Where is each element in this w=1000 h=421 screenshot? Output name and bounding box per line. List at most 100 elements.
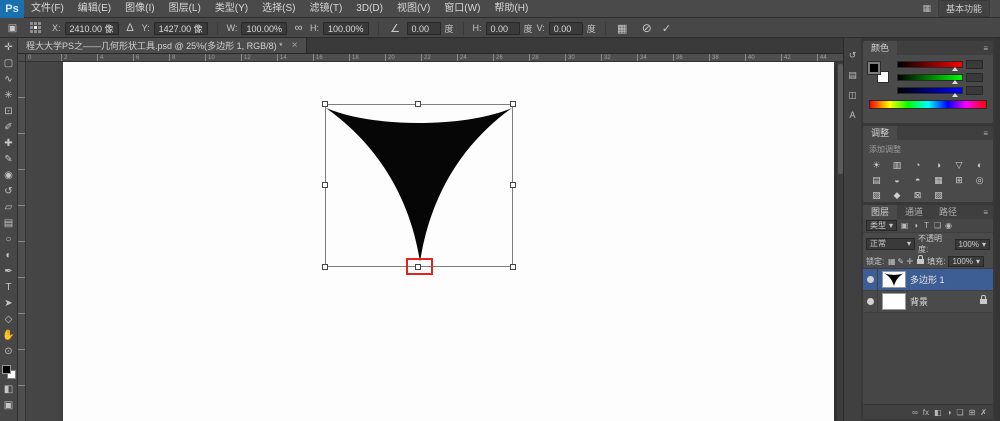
blend-mode-dropdown[interactable]: 正常 ▾ (866, 238, 915, 250)
quick-mask-icon[interactable]: ◧ (0, 382, 18, 398)
blur-tool[interactable]: ○ (0, 232, 18, 248)
layer-filter-dropdown[interactable]: 类型 ▾ (866, 220, 897, 231)
new-layer-icon[interactable]: ⊞ (969, 408, 976, 417)
panel-menu-icon[interactable]: ≡ (983, 129, 993, 138)
collapsed-history-icon[interactable]: ↺ (846, 48, 860, 62)
menu-item[interactable]: 编辑(E) (71, 0, 118, 18)
menu-item[interactable]: 类型(Y) (208, 0, 255, 18)
collapsed-properties-icon[interactable]: ▤ (846, 68, 860, 82)
healing-brush-tool[interactable]: ✚ (0, 136, 18, 152)
lock-all-icon[interactable] (917, 259, 924, 264)
layer-style-icon[interactable]: fx (923, 408, 929, 417)
color-lookup-icon[interactable]: ⊞ (950, 174, 969, 186)
layer-row-background[interactable]: 背景 (863, 291, 993, 313)
link-dimensions-icon[interactable]: ∞ (291, 22, 306, 34)
workspace-grid-icon[interactable]: ▦ (922, 3, 931, 14)
menu-item[interactable]: 窗口(W) (437, 0, 487, 18)
link-layers-icon[interactable]: ∞ (912, 408, 918, 417)
tab-paths[interactable]: 路径 (931, 205, 965, 219)
selective-color-icon[interactable]: ▨ (929, 189, 948, 201)
green-slider-knob[interactable] (952, 80, 958, 84)
filter-pixel-icon[interactable]: ▣ (899, 221, 910, 230)
vertical-ruler[interactable] (18, 62, 26, 421)
green-slider[interactable] (897, 74, 963, 81)
cancel-transform-icon[interactable]: ⊘ (642, 21, 652, 35)
width-input[interactable]: 100.00% (241, 22, 287, 35)
color-swatch-pair[interactable] (868, 62, 892, 86)
red-slider[interactable] (897, 61, 963, 68)
dodge-tool[interactable]: ◐ (0, 248, 18, 264)
lock-position-icon[interactable]: ✛ (905, 257, 914, 266)
green-value-field[interactable] (966, 73, 983, 82)
layer-thumbnail[interactable] (882, 271, 906, 288)
hand-tool[interactable]: ✋ (0, 328, 18, 344)
close-tab-icon[interactable]: × (292, 40, 298, 51)
menu-item[interactable]: 3D(D) (349, 0, 390, 18)
brush-tool[interactable]: ✎ (0, 152, 18, 168)
delete-layer-icon[interactable]: ✗ (980, 408, 987, 417)
blue-slider-knob[interactable] (952, 93, 958, 97)
transform-handle-top-left[interactable] (322, 101, 328, 107)
opacity-dropdown[interactable]: 100% ▾ (955, 239, 990, 250)
blue-value-field[interactable] (966, 86, 983, 95)
rectangular-marquee-tool[interactable]: ▢ (0, 56, 18, 72)
tab-adjustments[interactable]: 调整 (863, 126, 897, 140)
warp-mode-icon[interactable]: ▦ (615, 22, 630, 35)
transform-handle-bottom-right[interactable] (510, 264, 516, 270)
transform-handle-middle-right[interactable] (510, 182, 516, 188)
menu-item[interactable]: 图像(I) (118, 0, 161, 18)
menu-item[interactable]: 选择(S) (255, 0, 302, 18)
panel-menu-icon[interactable]: ≡ (983, 208, 993, 217)
height-input[interactable]: 100.00% (323, 22, 369, 35)
foreground-color-well[interactable] (868, 62, 880, 74)
tab-layers[interactable]: 图层 (863, 205, 897, 219)
clone-stamp-tool[interactable]: ◉ (0, 168, 18, 184)
menu-item[interactable]: 滤镜(T) (303, 0, 350, 18)
new-adjustment-layer-icon[interactable]: ◑ (947, 408, 952, 417)
new-group-icon[interactable]: ❏ (956, 408, 963, 417)
transform-handle-bottom-left[interactable] (322, 264, 328, 270)
relative-position-icon[interactable]: Δ (123, 22, 138, 34)
h-skew-input[interactable]: 0.00 (486, 22, 520, 35)
tab-color[interactable]: 颜色 (863, 41, 897, 55)
filter-smart-icon[interactable]: ◉ (943, 221, 954, 230)
y-input[interactable]: 1427.00 像 (154, 22, 208, 35)
menu-item[interactable]: 图层(L) (162, 0, 208, 18)
vertical-scrollbar[interactable] (836, 62, 843, 421)
workspace-switcher[interactable]: 基本功能 (938, 0, 990, 17)
panel-menu-icon[interactable]: ≡ (983, 44, 993, 53)
threshold-icon[interactable]: ◆ (888, 189, 907, 201)
quick-selection-tool[interactable]: ✳ (0, 88, 18, 104)
fill-dropdown[interactable]: 100% ▾ (948, 256, 983, 267)
visibility-toggle[interactable] (863, 269, 878, 290)
transform-handle-top-center[interactable] (415, 101, 421, 107)
layer-thumbnail[interactable] (882, 293, 906, 310)
foreground-color-swatch[interactable] (2, 365, 11, 374)
collapsed-character-icon[interactable]: A (846, 108, 860, 122)
vibrance-icon[interactable]: ▽ (950, 159, 969, 171)
gradient-tool[interactable]: ▤ (0, 216, 18, 232)
color-balance-icon[interactable]: ▤ (867, 174, 886, 186)
transform-handle-top-right[interactable] (510, 101, 516, 107)
menu-item[interactable]: 文件(F) (24, 0, 71, 18)
posterize-icon[interactable]: ▧ (867, 189, 886, 201)
reference-point-locator[interactable] (30, 22, 42, 34)
layer-row-polygon-1[interactable]: 多边形 1 (863, 269, 993, 291)
transform-handle-middle-left[interactable] (322, 182, 328, 188)
red-value-field[interactable] (966, 60, 983, 69)
levels-icon[interactable]: ▥ (888, 159, 907, 171)
path-selection-tool[interactable]: ➤ (0, 296, 18, 312)
filter-type-icon[interactable]: T (921, 221, 932, 230)
curves-icon[interactable]: ◔ (908, 159, 927, 171)
hue-saturation-icon[interactable]: ◐ (970, 159, 989, 171)
filter-adjustment-icon[interactable]: ◑ (910, 221, 921, 230)
channel-mixer-icon[interactable]: ▦ (929, 174, 948, 186)
commit-transform-icon[interactable]: ✓ (662, 22, 671, 35)
crop-tool[interactable]: ⊡ (0, 104, 18, 120)
type-tool[interactable]: T (0, 280, 18, 296)
menu-item[interactable]: 帮助(H) (487, 0, 535, 18)
v-skew-input[interactable]: 0.00 (549, 22, 583, 35)
photo-filter-icon[interactable]: ◓ (908, 174, 927, 186)
tab-channels[interactable]: 通道 (897, 205, 931, 219)
exposure-icon[interactable]: ◑ (929, 159, 948, 171)
